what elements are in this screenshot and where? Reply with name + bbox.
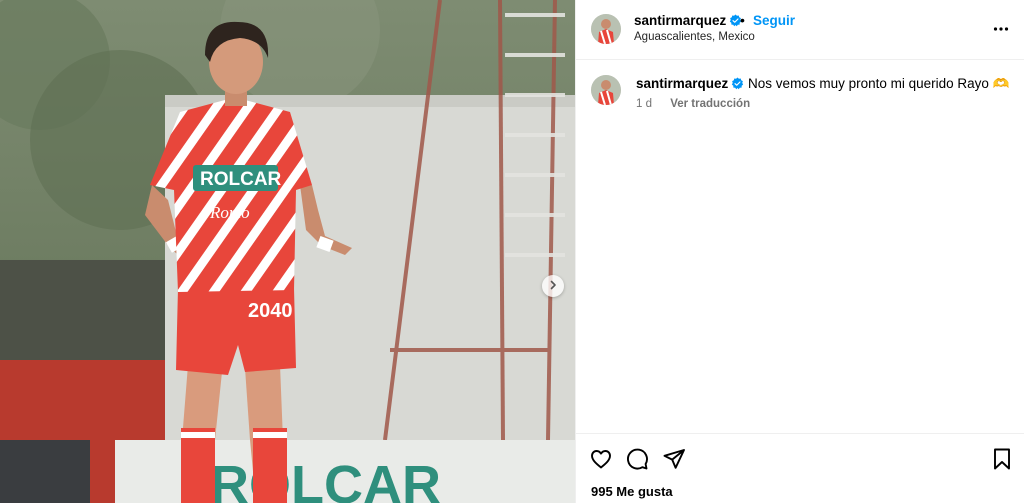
header-username[interactable]: santirmarquez — [634, 13, 742, 30]
avatar[interactable] — [591, 75, 621, 105]
location-link[interactable]: Aguascalientes, Mexico — [634, 31, 755, 43]
caption-line: santirmarquez Nos vemos muy pronto mi qu… — [636, 76, 1009, 93]
separator-dot: • — [740, 12, 745, 28]
send-icon[interactable] — [662, 447, 686, 476]
username-text[interactable]: santirmarquez — [634, 13, 726, 28]
caption-meta: 1 d Ver traducción — [636, 98, 750, 110]
verified-badge-icon — [731, 77, 744, 93]
jersey-sponsor: ROLCAR — [200, 169, 282, 190]
like-count[interactable]: 995 Me gusta — [591, 484, 673, 499]
chevron-right-icon — [548, 277, 558, 295]
caption-username[interactable]: santirmarquez — [636, 76, 728, 91]
comment-icon[interactable] — [625, 447, 649, 476]
caption-emoji: 🫶 — [992, 76, 1010, 91]
avatar[interactable] — [591, 14, 621, 44]
more-options-icon[interactable] — [993, 21, 1009, 42]
action-bar: 995 Me gusta — [576, 433, 1024, 503]
carousel-next-button[interactable] — [542, 275, 564, 297]
translate-button[interactable]: Ver traducción — [670, 98, 750, 110]
timestamp[interactable]: 1 d — [636, 98, 652, 110]
banner-text: ROLCAR — [210, 455, 441, 503]
post-panel: santirmarquez • Seguir Aguascalientes, M… — [575, 0, 1024, 503]
heart-icon[interactable] — [589, 447, 613, 476]
shorts-number: 2040 — [248, 300, 293, 322]
post-media[interactable]: ROLCAR 2040 ROLCAR Romo — [0, 0, 575, 503]
jersey-sub: Romo — [209, 203, 250, 222]
caption-text: Nos vemos muy pronto mi querido Rayo — [748, 76, 989, 91]
bookmark-icon[interactable] — [990, 447, 1014, 476]
follow-button[interactable]: Seguir — [753, 13, 795, 28]
post-photo: ROLCAR 2040 ROLCAR Romo — [0, 0, 575, 503]
post-header: santirmarquez • Seguir Aguascalientes, M… — [576, 0, 1024, 60]
